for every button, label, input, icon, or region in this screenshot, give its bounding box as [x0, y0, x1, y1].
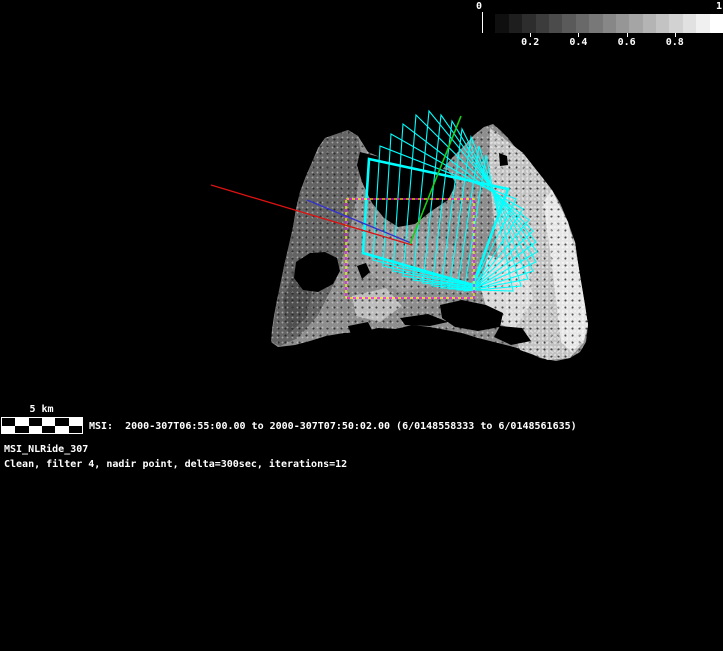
colorbar-tick-label: 0.2	[519, 37, 541, 48]
scalebar-cell	[29, 426, 42, 434]
colorbar-step	[536, 14, 549, 33]
colorbar-step	[683, 14, 696, 33]
scalebar-cell	[42, 426, 55, 434]
colorbar-step	[656, 14, 669, 33]
colorbar-step	[643, 14, 656, 33]
colorbar-step	[549, 14, 562, 33]
asteroid-shadow-0	[357, 152, 456, 227]
run-id-text: MSI_NLRide_307	[4, 444, 88, 456]
msi-time-range-text: MSI: 2000-307T06:55:00.00 to 2000-307T07…	[89, 421, 577, 433]
run-parameters-text: Clean, filter 4, nadir point, delta=300s…	[4, 459, 347, 471]
scalebar-cell	[55, 426, 68, 434]
colorbar-gradient	[482, 14, 723, 33]
colorbar-step	[482, 14, 495, 33]
asteroid-shadow-5	[348, 322, 373, 337]
scalebar-checkerboard	[1, 417, 83, 434]
colorbar-max-label: 1	[716, 1, 722, 12]
observation-overlay	[0, 0, 723, 651]
scalebar-cell	[2, 426, 15, 434]
asteroid-shadow-6	[499, 153, 508, 166]
colorbar-step	[576, 14, 589, 33]
colorbar-min-label: 0	[476, 1, 482, 12]
colorbar-step	[495, 14, 508, 33]
albedo-colorbar: 0 1 0.2 0.4 0.6 0.8	[476, 0, 723, 52]
msi-sequence-viewer-window: { "colorbar": { "min_label": "0", "max_l…	[0, 0, 723, 651]
asteroid-shadow-7	[400, 314, 448, 326]
colorbar-tick-label: 0.4	[567, 37, 589, 48]
colorbar-step	[696, 14, 709, 33]
asteroid-shadow-2	[357, 263, 370, 279]
colorbar-tick-label: 0.6	[616, 37, 638, 48]
scalebar-cell	[69, 418, 82, 426]
colorbar-zero-tick	[482, 12, 483, 33]
scalebar-cell	[42, 418, 55, 426]
scalebar-cell	[2, 418, 15, 426]
scalebar-cell	[15, 426, 28, 434]
asteroid-shadow-1	[294, 252, 340, 292]
colorbar-step	[603, 14, 616, 33]
scalebar-label: 5 km	[0, 404, 83, 416]
scalebar-cell	[15, 418, 28, 426]
colorbar-step	[589, 14, 602, 33]
scalebar-cell	[69, 426, 82, 434]
asteroid-shadow-3	[440, 300, 503, 331]
scalebar-cell	[55, 418, 68, 426]
colorbar-step	[616, 14, 629, 33]
colorbar-tick-label: 0.8	[664, 37, 686, 48]
colorbar-step	[522, 14, 535, 33]
colorbar-step	[669, 14, 682, 33]
colorbar-step	[710, 14, 723, 33]
colorbar-step	[562, 14, 575, 33]
colorbar-step	[629, 14, 642, 33]
asteroid-shadow-4	[494, 326, 531, 345]
scalebar-cell	[29, 418, 42, 426]
colorbar-step	[509, 14, 522, 33]
